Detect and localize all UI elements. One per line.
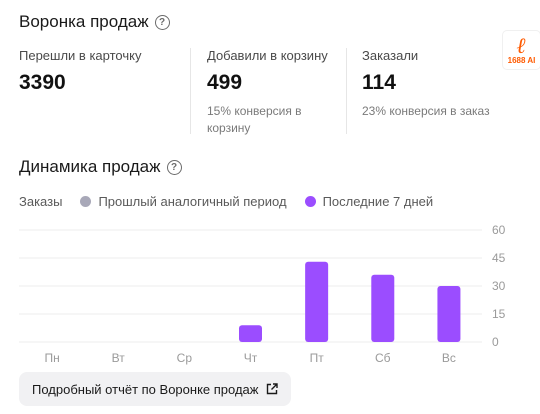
metric-label: Перешли в карточку [19, 48, 142, 63]
metric-value: 499 [207, 71, 243, 94]
metric-divider [190, 48, 191, 134]
funnel-section-title: Воронка продаж ? [19, 12, 170, 32]
help-icon[interactable]: ? [154, 14, 170, 30]
legend-item-current[interactable]: Последние 7 дней [304, 194, 434, 209]
metric-label: Заказали [362, 48, 419, 63]
y-tick-label: 30 [492, 279, 506, 293]
metric-conversion: 23% конверсия в заказ [362, 104, 490, 118]
funnel-metrics: Перешли в карточку 3390 Добавили в корзи… [0, 48, 540, 138]
legend-dot-previous [80, 196, 92, 207]
legend-label-previous: Прошлый аналогичный период [98, 194, 287, 209]
dynamics-title: Динамика продаж [19, 157, 161, 176]
y-tick-label: 60 [492, 223, 506, 237]
x-tick-label: Вс [442, 351, 456, 365]
bar[interactable] [371, 274, 395, 342]
x-tick-label: Пт [310, 351, 325, 365]
funnel-report-button[interactable]: Подробный отчёт по Воронке продаж [19, 372, 292, 406]
chart-legend: Заказы Прошлый аналогичный период Послед… [19, 194, 433, 209]
bar[interactable] [305, 261, 329, 342]
x-tick-label: Пн [44, 351, 59, 365]
funnel-title: Воронка продаж [19, 12, 149, 31]
metric-value: 114 [362, 71, 396, 94]
report-button-label: Подробный отчёт по Воронке продаж [32, 381, 259, 397]
legend-metric-label: Заказы [19, 194, 63, 209]
y-tick-label: 15 [492, 307, 506, 321]
metric-card-views: Перешли в карточку 3390 [19, 48, 184, 134]
legend-dot-current [304, 196, 316, 207]
external-link-icon [267, 383, 279, 395]
legend-label-current: Последние 7 дней [322, 194, 434, 209]
brand-logo[interactable]: ℓ 1688 AI [503, 31, 540, 69]
help-icon[interactable]: ? [166, 159, 182, 175]
metric-value: 3390 [19, 71, 66, 94]
logo-text: 1688 AI [507, 55, 536, 65]
bar[interactable] [437, 286, 461, 342]
x-tick-label: Вт [112, 351, 126, 365]
x-tick-label: Сб [375, 351, 391, 365]
metric-conversion: 15% конверсия в корзину [207, 104, 302, 135]
metric-label: Добавили в корзину [207, 48, 328, 63]
x-tick-label: Чт [244, 351, 258, 365]
metric-divider [346, 48, 347, 134]
x-tick-label: Ср [177, 351, 193, 365]
y-tick-label: 45 [492, 251, 506, 265]
logo-mark: ℓ [516, 32, 527, 58]
metric-add-to-cart: Добавили в корзину 499 15% конверсия в к… [207, 48, 342, 135]
metric-orders: Заказали 114 23% конверсия в заказ [362, 48, 502, 134]
y-tick-label: 0 [492, 335, 499, 349]
sales-chart: 0 15 30 45 60 Пн Вт Ср Чт Пт Сб Вс [19, 223, 506, 365]
dynamics-section-title: Динамика продаж ? [19, 157, 182, 177]
legend-item-previous[interactable]: Прошлый аналогичный период [80, 194, 287, 209]
bar[interactable] [239, 325, 262, 342]
